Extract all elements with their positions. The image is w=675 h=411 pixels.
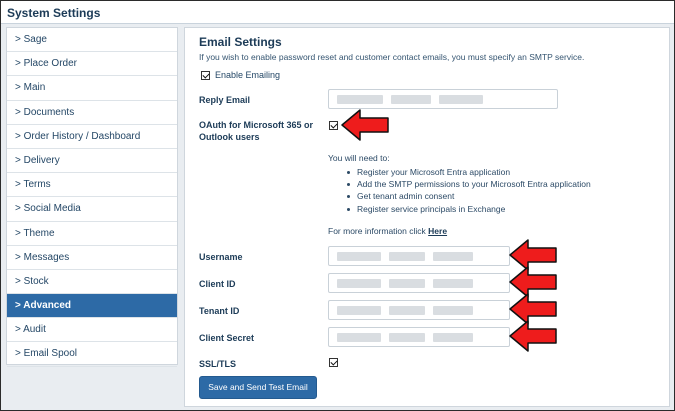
redacted-text bbox=[433, 333, 473, 342]
client-id-label: Client ID bbox=[199, 279, 236, 289]
sidebar-item-main[interactable]: > Main bbox=[7, 76, 177, 101]
oauth-checkbox[interactable] bbox=[329, 121, 338, 130]
more-info-text: For more information click Here bbox=[328, 226, 447, 236]
list-item: Register your Microsoft Entra applicatio… bbox=[345, 167, 591, 179]
red-arrow-icon bbox=[509, 320, 557, 352]
tenant-id-input[interactable] bbox=[328, 300, 510, 320]
sidebar-item-order-history[interactable]: > Order History / Dashboard bbox=[7, 125, 177, 149]
reply-email-input[interactable] bbox=[328, 89, 558, 109]
redacted-text bbox=[337, 333, 381, 342]
sidebar-item-messages[interactable]: > Messages bbox=[7, 246, 177, 270]
ssl-tls-label: SSL/TLS bbox=[199, 359, 237, 369]
sidebar-item-audit[interactable]: > Audit bbox=[7, 318, 177, 343]
red-arrow-icon bbox=[341, 109, 389, 141]
sidebar-item-stock[interactable]: > Stock bbox=[7, 270, 177, 295]
sidebar-item-theme[interactable]: > Theme bbox=[7, 222, 177, 246]
redacted-text bbox=[337, 306, 381, 315]
redacted-text bbox=[337, 279, 381, 288]
sidebar-item-delivery[interactable]: > Delivery bbox=[7, 149, 177, 174]
tenant-id-label: Tenant ID bbox=[199, 306, 240, 316]
sidebar-item-email-spool[interactable]: > Email Spool bbox=[7, 342, 177, 367]
redacted-text bbox=[389, 306, 425, 315]
client-secret-label: Client Secret bbox=[199, 333, 255, 343]
client-secret-input[interactable] bbox=[328, 327, 510, 347]
redacted-text bbox=[439, 95, 483, 104]
enable-emailing-label: Enable Emailing bbox=[215, 70, 281, 80]
window-title: System Settings bbox=[1, 1, 674, 23]
reply-email-label: Reply Email bbox=[199, 95, 251, 105]
sidebar-item-terms[interactable]: > Terms bbox=[7, 173, 177, 198]
client-id-input[interactable] bbox=[328, 273, 510, 293]
sidebar-item-advanced[interactable]: > Advanced bbox=[7, 294, 177, 319]
enable-emailing-checkbox[interactable] bbox=[201, 71, 210, 81]
here-link[interactable]: Here bbox=[428, 226, 447, 236]
save-and-send-test-email-button[interactable]: Save and Send Test Email bbox=[199, 376, 317, 399]
ssl-tls-checkbox[interactable] bbox=[329, 358, 338, 367]
list-item: Register service principals in Exchange bbox=[345, 204, 591, 216]
list-item: Get tenant admin consent bbox=[345, 191, 591, 203]
redacted-text bbox=[337, 252, 381, 261]
requirements-intro: You will need to: bbox=[328, 153, 390, 163]
page-title: Email Settings bbox=[199, 35, 282, 49]
enable-emailing-row: Enable Emailing bbox=[201, 70, 281, 81]
oauth-label: OAuth for Microsoft 365 or Outlook users bbox=[199, 120, 314, 142]
email-settings-panel: Email Settings If you wish to enable pas… bbox=[184, 27, 670, 407]
username-label: Username bbox=[199, 252, 243, 262]
sidebar-item-documents[interactable]: > Documents bbox=[7, 101, 177, 125]
redacted-text bbox=[389, 252, 425, 261]
redacted-text bbox=[389, 279, 425, 288]
redacted-text bbox=[433, 279, 473, 288]
username-input[interactable] bbox=[328, 246, 510, 266]
requirements-list: Register your Microsoft Entra applicatio… bbox=[345, 167, 591, 216]
redacted-text bbox=[337, 95, 383, 104]
list-item: Add the SMTP permissions to your Microso… bbox=[345, 179, 591, 191]
redacted-text bbox=[389, 333, 425, 342]
redacted-text bbox=[433, 252, 473, 261]
more-info-label: For more information click bbox=[328, 226, 426, 236]
sidebar-item-sage[interactable]: > Sage bbox=[7, 28, 177, 53]
sidebar-item-social-media[interactable]: > Social Media bbox=[7, 197, 177, 222]
redacted-text bbox=[391, 95, 431, 104]
title-divider bbox=[1, 23, 674, 24]
panel-description: If you wish to enable password reset and… bbox=[199, 52, 585, 62]
settings-sidebar: > Sage > Place Order > Main > Documents … bbox=[6, 27, 178, 367]
sidebar-item-place-order[interactable]: > Place Order bbox=[7, 52, 177, 77]
redacted-text bbox=[433, 306, 473, 315]
